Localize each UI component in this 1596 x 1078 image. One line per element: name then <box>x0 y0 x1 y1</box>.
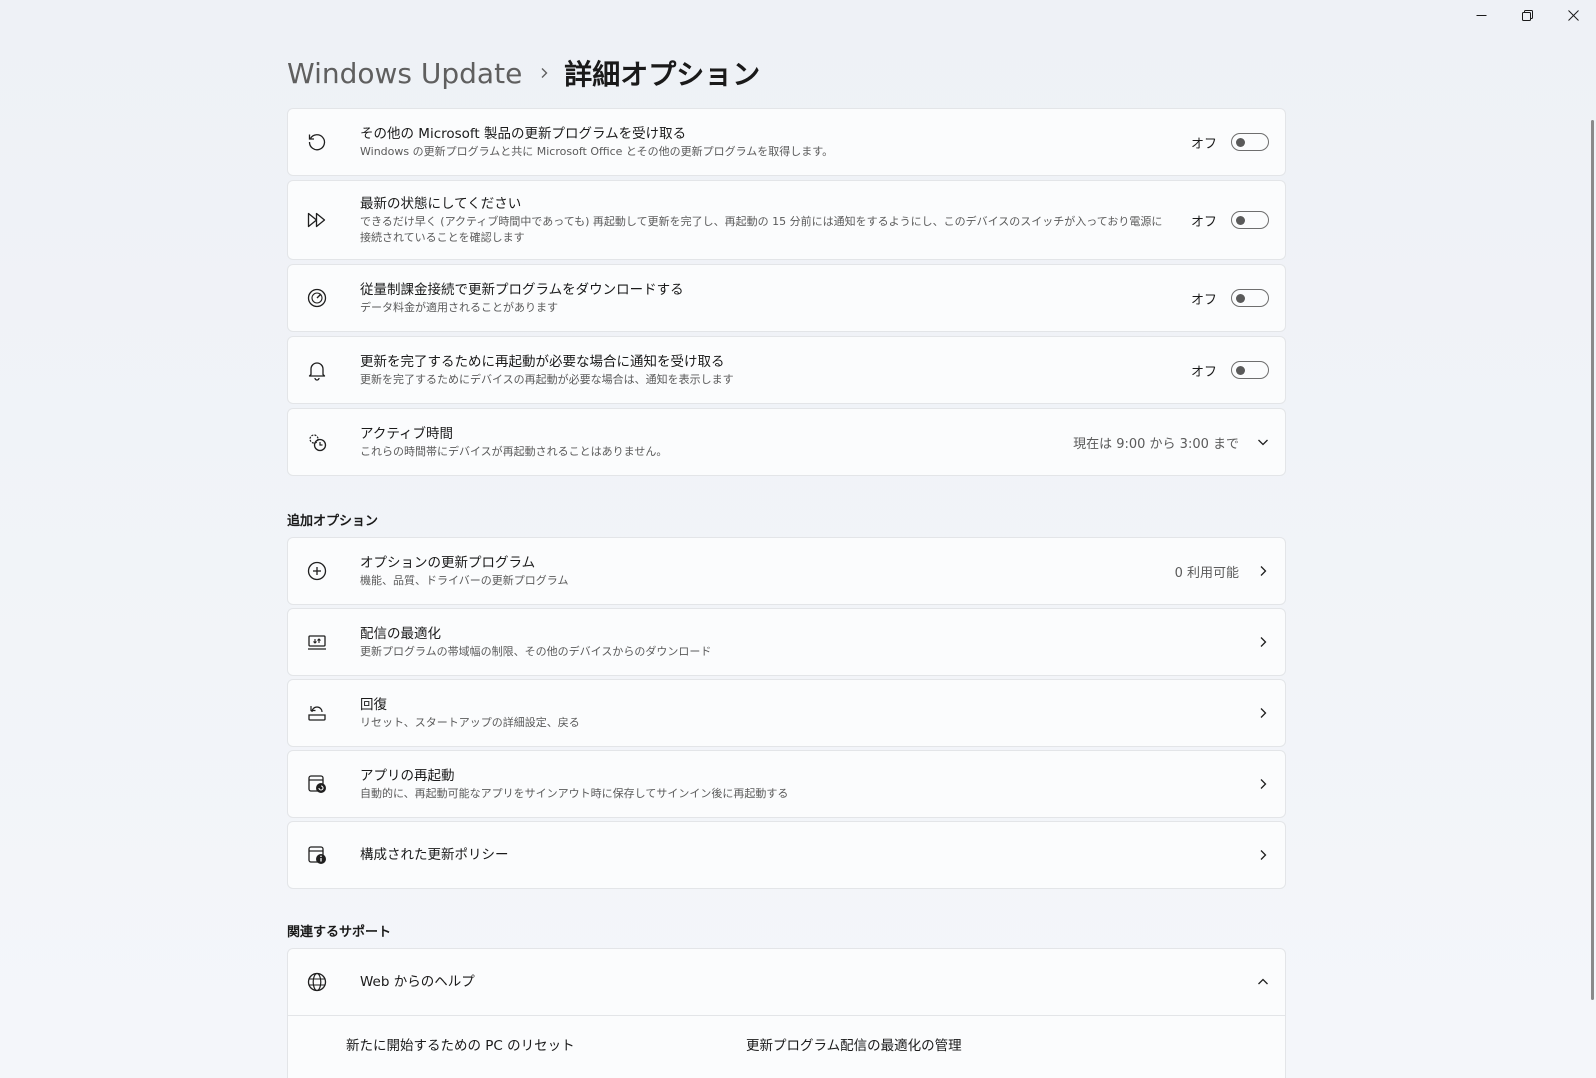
toggle-state-label: オフ <box>1190 136 1217 152</box>
app-restart-icon <box>304 771 330 797</box>
toggle-state-label: オフ <box>1190 292 1217 308</box>
setting-title: その他の Microsoft 製品の更新プログラムを受け取る <box>360 125 687 142</box>
chevron-right-icon <box>538 67 550 79</box>
setting-other-products[interactable]: その他の Microsoft 製品の更新プログラムを受け取る Windows の… <box>287 108 1286 176</box>
restore-button[interactable] <box>1504 0 1550 30</box>
setting-active-hours[interactable]: アクティブ時間 これらの時間帯にデバイスが再起動されることはありません。 現在は… <box>287 408 1286 476</box>
optional-updates-count: 0 利用可能 <box>1174 565 1239 581</box>
clock-gear-icon <box>304 429 330 455</box>
help-link-delivery-optimization[interactable]: 更新プログラム配信の最適化の管理 <box>746 1034 1146 1078</box>
toggle-switch[interactable] <box>1231 211 1269 229</box>
minimize-icon <box>1476 14 1486 16</box>
link-optional-updates[interactable]: オプションの更新プログラム 機能、品質、ドライバーの更新プログラム 0 利用可能 <box>287 537 1286 605</box>
setting-description: データ料金が適用されることがあります <box>360 300 558 314</box>
setting-title: 更新を完了するために再起動が必要な場合に通知を受け取る <box>360 353 725 370</box>
breadcrumb-parent[interactable]: Windows Update <box>287 57 522 90</box>
settings-window: Windows Update 詳細オプション その他の Microsoft 製品… <box>0 0 1596 1078</box>
link-delivery-optimization[interactable]: 配信の最適化 更新プログラムの帯域幅の制限、その他のデバイスからのダウンロード <box>287 608 1286 676</box>
chevron-down-icon[interactable] <box>1257 436 1269 448</box>
setting-stay-current[interactable]: 最新の状態にしてください できるだけ早く (アクティブ時間中であっても) 再起動… <box>287 180 1286 260</box>
close-icon <box>1567 9 1579 21</box>
expander-title: Web からのヘルプ <box>360 973 475 990</box>
chevron-right-icon <box>1257 778 1269 790</box>
recovery-icon <box>304 700 330 726</box>
toggle-switch[interactable] <box>1231 133 1269 151</box>
setting-title: アクティブ時間 <box>360 425 454 442</box>
help-link-reset-pc[interactable]: 新たに開始するための PC のリセット <box>346 1034 746 1078</box>
link-update-policies[interactable]: 構成された更新ポリシー <box>287 821 1286 889</box>
chevron-right-icon <box>1257 707 1269 719</box>
active-hours-value: 現在は 9:00 から 3:00 まで <box>1073 436 1239 452</box>
setting-title: 回復 <box>360 696 387 713</box>
toggle-state-label: オフ <box>1190 214 1217 230</box>
chevron-right-icon <box>1257 849 1269 861</box>
expander-web-help[interactable]: Web からのヘルプ <box>287 948 1286 1016</box>
bell-icon <box>304 357 330 383</box>
plus-circle-icon <box>304 558 330 584</box>
restore-icon <box>1521 9 1533 21</box>
toggle-state-label: オフ <box>1190 364 1217 380</box>
breadcrumb: Windows Update 詳細オプション <box>287 50 1286 96</box>
setting-title: 構成された更新ポリシー <box>360 846 509 863</box>
toggle-switch[interactable] <box>1231 289 1269 307</box>
section-title-additional-options: 追加オプション <box>287 514 379 529</box>
setting-metered-connection[interactable]: 従量制課金接続で更新プログラムをダウンロードする データ料金が適用されることがあ… <box>287 264 1286 332</box>
setting-description: 更新を完了するためにデバイスの再起動が必要な場合は、通知を表示します <box>360 372 734 386</box>
setting-description: Windows の更新プログラムと共に Microsoft Office とその… <box>360 144 834 158</box>
section-title-related-support: 関連するサポート <box>287 925 392 940</box>
speedometer-icon <box>304 285 330 311</box>
chevron-right-icon <box>1257 565 1269 577</box>
setting-description: リセット、スタートアップの詳細設定、戻る <box>360 715 580 729</box>
expander-web-help-content: 新たに開始するための PC のリセット 更新プログラム配信の最適化の管理 <box>287 1016 1286 1078</box>
toggle-switch[interactable] <box>1231 361 1269 379</box>
minimize-button[interactable] <box>1458 0 1504 30</box>
fast-forward-icon <box>304 207 330 233</box>
page-title: 詳細オプション <box>564 58 761 91</box>
scrollbar[interactable] <box>1591 120 1594 1000</box>
page-content: Windows Update 詳細オプション その他の Microsoft 製品… <box>287 50 1286 1078</box>
setting-title: 最新の状態にしてください <box>360 195 522 212</box>
refresh-icon <box>304 129 330 155</box>
policy-info-icon <box>304 842 330 868</box>
setting-title: 配信の最適化 <box>360 625 441 642</box>
setting-description: 自動的に、再起動可能なアプリをサインアウト時に保存してサインイン後に再起動する <box>360 786 789 800</box>
setting-description: できるだけ早く (アクティブ時間中であっても) 再起動して更新を完了し、再起動の… <box>360 214 1163 244</box>
setting-title: アプリの再起動 <box>360 767 455 784</box>
delivery-optimization-icon <box>304 629 330 655</box>
caption-buttons <box>1458 0 1596 30</box>
link-app-restart[interactable]: アプリの再起動 自動的に、再起動可能なアプリをサインアウト時に保存してサインイン… <box>287 750 1286 818</box>
setting-title: オプションの更新プログラム <box>360 554 536 571</box>
setting-restart-notification[interactable]: 更新を完了するために再起動が必要な場合に通知を受け取る 更新を完了するためにデバ… <box>287 336 1286 404</box>
setting-description: 更新プログラムの帯域幅の制限、その他のデバイスからのダウンロード <box>360 644 712 658</box>
globe-icon <box>304 969 330 995</box>
setting-description: 機能、品質、ドライバーの更新プログラム <box>360 573 569 587</box>
link-recovery[interactable]: 回復 リセット、スタートアップの詳細設定、戻る <box>287 679 1286 747</box>
close-button[interactable] <box>1550 0 1596 30</box>
chevron-right-icon <box>1257 636 1269 648</box>
setting-title: 従量制課金接続で更新プログラムをダウンロードする <box>360 281 684 298</box>
chevron-up-icon[interactable] <box>1257 976 1269 988</box>
setting-description: これらの時間帯にデバイスが再起動されることはありません。 <box>360 444 668 458</box>
